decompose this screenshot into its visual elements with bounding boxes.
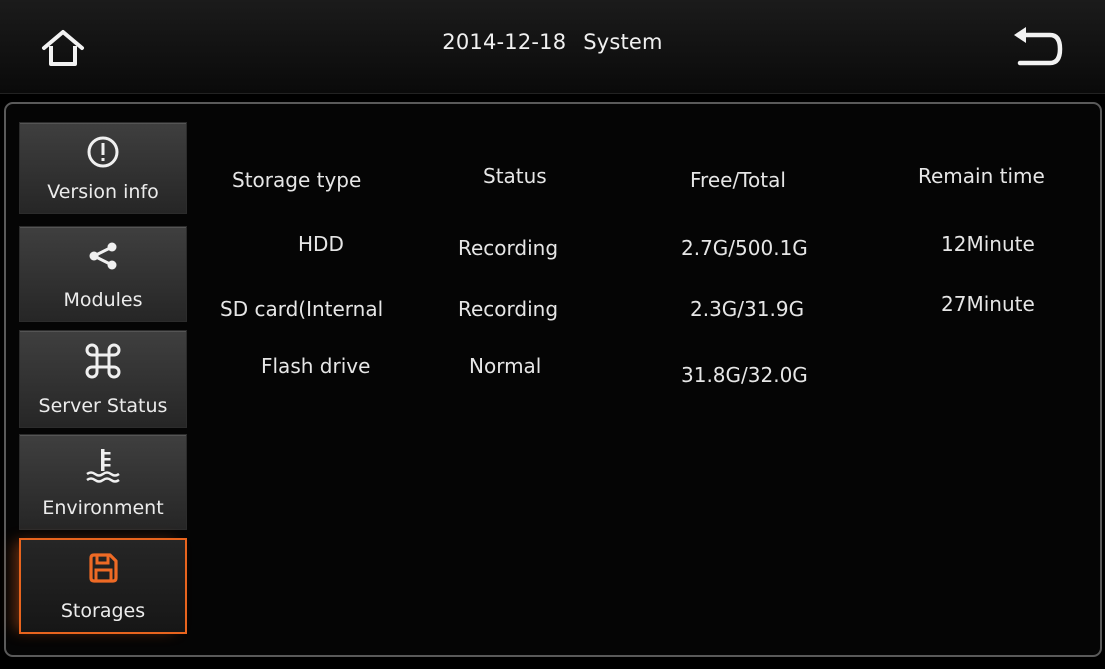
top-bar: 2014-12-18 System [0, 0, 1105, 94]
sidebar-item-label: Version info [47, 181, 159, 203]
table-cell-type: HDD [298, 232, 344, 256]
column-header-storage-type: Storage type [232, 168, 362, 192]
sidebar-item-environment[interactable]: Environment [19, 434, 187, 530]
sidebar-item-version-info[interactable]: Version info [19, 122, 187, 214]
table-cell-type: SD card(Internal [220, 297, 384, 321]
header-title: System [583, 30, 663, 54]
sidebar-item-label: Environment [42, 497, 164, 519]
table-cell-free-total: 31.8G/32.0G [681, 363, 808, 387]
share-nodes-icon [89, 242, 117, 270]
table-cell-type: Flash drive [261, 354, 371, 378]
table-cell-status: Normal [469, 354, 542, 378]
table-cell-remain: 12Minute [941, 232, 1035, 256]
floppy-disk-icon [89, 553, 118, 583]
table-cell-status: Recording [458, 297, 559, 321]
back-arrow-icon [1014, 27, 1063, 66]
column-header-remain-time: Remain time [918, 164, 1045, 188]
sidebar-item-storages[interactable]: Storages [19, 538, 187, 634]
sidebar-item-label: Server Status [38, 395, 168, 417]
page-title: 2014-12-18 System [0, 30, 1105, 54]
command-key-icon [85, 343, 121, 379]
table-cell-free-total: 2.3G/31.9G [690, 297, 805, 321]
exclamation-circle-icon [87, 136, 119, 168]
table-cell-status: Recording [458, 236, 559, 260]
column-header-free-total: Free/Total [690, 168, 786, 192]
sidebar-item-modules[interactable]: Modules [19, 226, 187, 322]
header-date: 2014-12-18 [442, 30, 567, 54]
table-cell-remain: 27Minute [941, 292, 1035, 316]
column-header-status: Status [483, 164, 547, 188]
sidebar-item-label: Storages [60, 600, 146, 622]
back-button[interactable] [1002, 22, 1072, 72]
thermometer-water-icon [86, 449, 120, 483]
table-cell-free-total: 2.7G/500.1G [681, 236, 808, 260]
sidebar-item-server-status[interactable]: Server Status [19, 330, 187, 428]
sidebar-item-label: Modules [63, 289, 143, 311]
